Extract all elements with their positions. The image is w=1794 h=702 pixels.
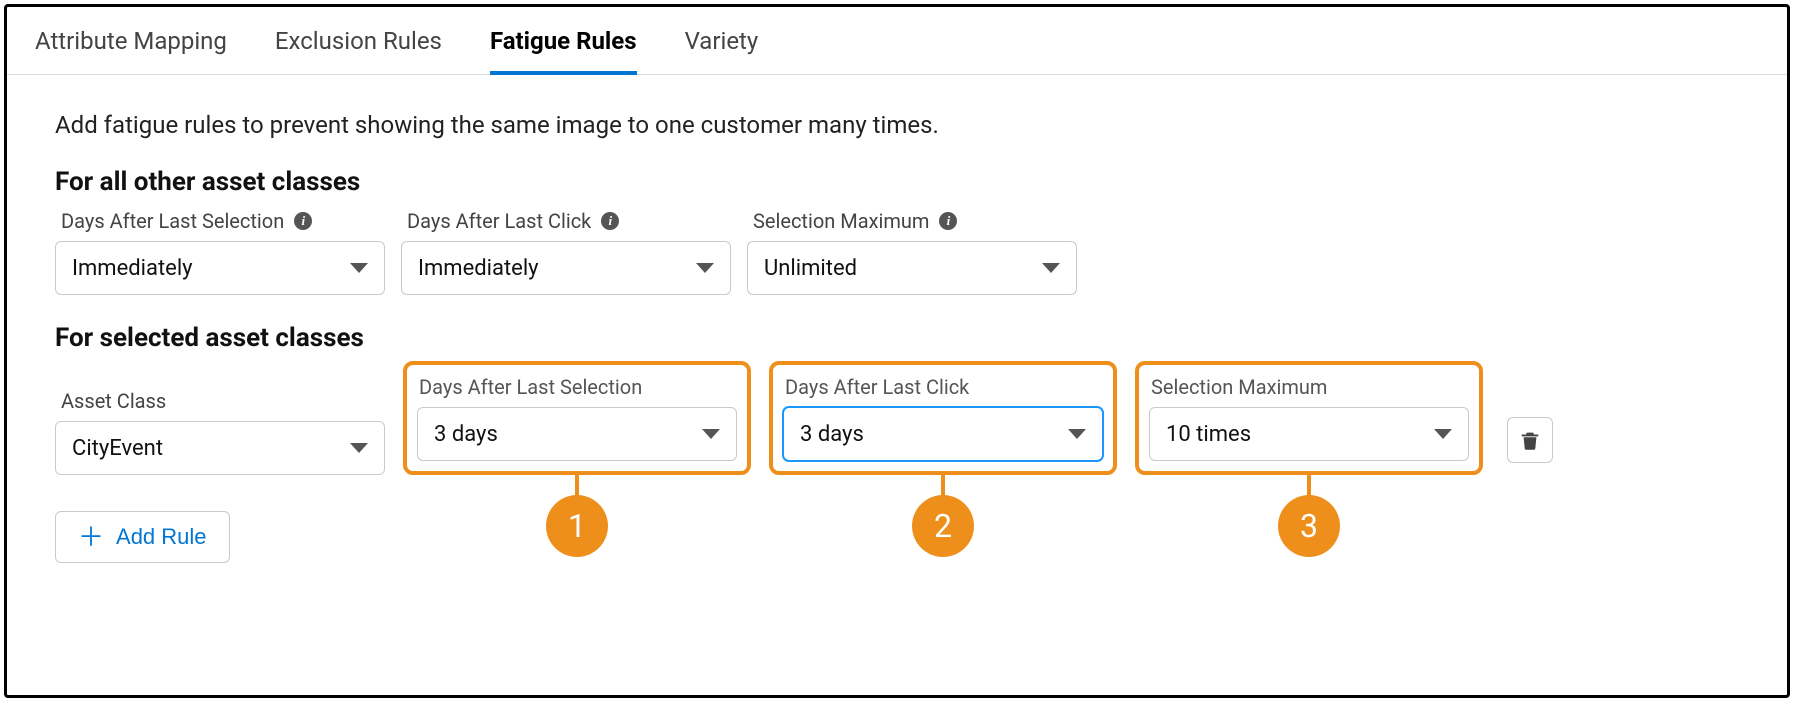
info-icon[interactable]: i bbox=[939, 212, 957, 230]
field-asset-class: Asset Class CityEvent bbox=[55, 385, 385, 475]
callout-connector bbox=[941, 471, 945, 497]
add-rule-label: Add Rule bbox=[116, 524, 207, 550]
label-text: Asset Class bbox=[61, 389, 166, 413]
chevron-down-icon bbox=[696, 263, 714, 273]
app-frame: Attribute Mapping Exclusion Rules Fatigu… bbox=[4, 4, 1790, 698]
tab-content: Add fatigue rules to prevent showing the… bbox=[7, 75, 1787, 587]
label-days-after-last-selection: Days After Last Selection i bbox=[55, 205, 385, 241]
label-text: Selection Maximum bbox=[1151, 375, 1327, 399]
section-heading-all-other: For all other asset classes bbox=[55, 167, 1739, 197]
select-value: Unlimited bbox=[764, 256, 857, 281]
highlight-days-after-last-selection: Days After Last Selection 3 days 1 bbox=[403, 361, 751, 475]
select-value: Immediately bbox=[72, 256, 193, 281]
chevron-down-icon bbox=[1042, 263, 1060, 273]
label-text: Days After Last Click bbox=[407, 209, 591, 233]
tab-variety[interactable]: Variety bbox=[685, 27, 759, 75]
select-value: Immediately bbox=[418, 256, 539, 281]
label-days-after-last-click: Days After Last Click i bbox=[401, 205, 731, 241]
select-value: 3 days bbox=[800, 422, 864, 447]
tab-fatigue-rules[interactable]: Fatigue Rules bbox=[490, 27, 637, 75]
select-selection-maximum-rule[interactable]: 10 times bbox=[1149, 407, 1469, 461]
select-days-after-last-selection-rule[interactable]: 3 days bbox=[417, 407, 737, 461]
add-rule-button[interactable]: ＋ Add Rule bbox=[55, 511, 230, 563]
select-asset-class[interactable]: CityEvent bbox=[55, 421, 385, 475]
chevron-down-icon bbox=[350, 263, 368, 273]
info-icon[interactable]: i bbox=[294, 212, 312, 230]
chevron-down-icon bbox=[1434, 429, 1452, 439]
callout-connector bbox=[575, 471, 579, 497]
trash-icon bbox=[1519, 429, 1541, 451]
highlight-selection-maximum: Selection Maximum 10 times 3 bbox=[1135, 361, 1483, 475]
delete-rule-button[interactable] bbox=[1507, 417, 1553, 463]
section-heading-selected: For selected asset classes bbox=[55, 323, 1739, 353]
select-days-after-last-selection[interactable]: Immediately bbox=[55, 241, 385, 295]
field-selection-maximum: Selection Maximum i Unlimited bbox=[747, 205, 1077, 295]
callout-badge-2: 2 bbox=[912, 495, 974, 557]
chevron-down-icon bbox=[702, 429, 720, 439]
select-value: 3 days bbox=[434, 422, 498, 447]
tab-bar: Attribute Mapping Exclusion Rules Fatigu… bbox=[7, 7, 1787, 75]
intro-text: Add fatigue rules to prevent showing the… bbox=[55, 111, 1739, 139]
plus-icon: ＋ bbox=[78, 524, 104, 550]
callout-badge-3: 3 bbox=[1278, 495, 1340, 557]
label-days-after-last-selection: Days After Last Selection bbox=[417, 371, 737, 407]
highlight-days-after-last-click: Days After Last Click 3 days 2 bbox=[769, 361, 1117, 475]
selected-rules-row: Asset Class CityEvent Days After Last Se… bbox=[55, 361, 1739, 475]
select-days-after-last-click[interactable]: Immediately bbox=[401, 241, 731, 295]
label-text: Days After Last Click bbox=[785, 375, 969, 399]
label-selection-maximum: Selection Maximum i bbox=[747, 205, 1077, 241]
label-asset-class: Asset Class bbox=[55, 385, 385, 421]
select-value: 10 times bbox=[1166, 422, 1251, 447]
label-text: Selection Maximum bbox=[753, 209, 929, 233]
tab-attribute-mapping[interactable]: Attribute Mapping bbox=[35, 27, 227, 75]
select-value: CityEvent bbox=[72, 436, 163, 461]
label-selection-maximum: Selection Maximum bbox=[1149, 371, 1469, 407]
label-text: Days After Last Selection bbox=[61, 209, 284, 233]
select-selection-maximum[interactable]: Unlimited bbox=[747, 241, 1077, 295]
label-text: Days After Last Selection bbox=[419, 375, 642, 399]
label-days-after-last-click: Days After Last Click bbox=[783, 371, 1103, 407]
callout-badge-1: 1 bbox=[546, 495, 608, 557]
field-days-after-last-click: Days After Last Click i Immediately bbox=[401, 205, 731, 295]
select-days-after-last-click-rule[interactable]: 3 days bbox=[783, 407, 1103, 461]
info-icon[interactable]: i bbox=[601, 212, 619, 230]
field-days-after-last-selection: Days After Last Selection i Immediately bbox=[55, 205, 385, 295]
tab-exclusion-rules[interactable]: Exclusion Rules bbox=[275, 27, 442, 75]
chevron-down-icon bbox=[1068, 429, 1086, 439]
global-rules-row: Days After Last Selection i Immediately … bbox=[55, 205, 1739, 295]
chevron-down-icon bbox=[350, 443, 368, 453]
callout-connector bbox=[1307, 471, 1311, 497]
